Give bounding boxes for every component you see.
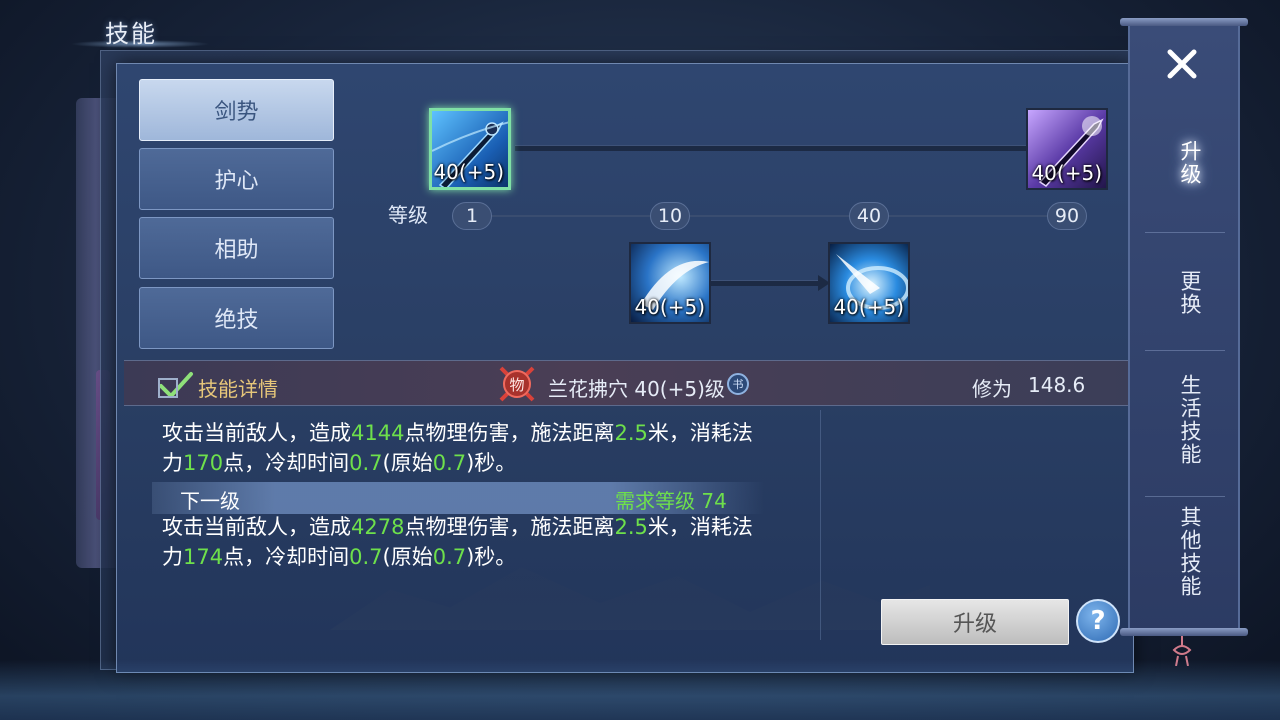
cultivation-value: 148.6 — [1028, 373, 1086, 397]
level-pill: 90 — [1047, 202, 1087, 230]
panel-divider — [820, 410, 821, 640]
level-pill: 1 — [452, 202, 492, 230]
level-track — [470, 215, 1070, 217]
range-value: 2.5 — [614, 421, 648, 445]
tab-jianshi[interactable]: 剑势 — [139, 79, 334, 141]
mana-value: 170 — [183, 451, 224, 475]
level-pill: 40 — [849, 202, 889, 230]
cooldown-value: 0.7 — [349, 545, 383, 569]
skill-level-text: 40(+5) — [1031, 161, 1102, 185]
upgrade-button[interactable]: 升级 — [881, 599, 1069, 645]
bottom-water-glow — [0, 660, 1280, 720]
current-level-description: 攻击当前敌人，造成4144点物理伤害，施法距离2.5米，消耗法力170点，冷却时… — [162, 418, 762, 478]
side-separator — [1145, 350, 1225, 351]
desc-text: 点，冷却时间 — [223, 545, 350, 569]
required-level-label: 需求等级 74 — [615, 489, 727, 513]
desc-text: (原始 — [382, 545, 433, 569]
desc-text: (原始 — [382, 451, 433, 475]
mana-value: 174 — [183, 545, 224, 569]
close-icon[interactable] — [1160, 42, 1204, 86]
range-value: 2.5 — [614, 515, 648, 539]
damage-value: 4278 — [351, 515, 405, 539]
skill-name-level: 兰花拂穴 40(+5)级 — [548, 377, 725, 401]
tab-jueji[interactable]: 绝技 — [139, 287, 334, 349]
skill-icon-purple-sword[interactable]: 40(+5) — [1026, 108, 1108, 190]
side-item-life-skills[interactable]: 生活技能 — [1160, 374, 1204, 466]
desc-text: 点物理伤害，施法距离 — [404, 515, 615, 539]
desc-text: 点物理伤害，施法距离 — [404, 421, 615, 445]
book-icon[interactable]: 书 — [727, 373, 749, 395]
skill-level-text: 40(+5) — [433, 160, 504, 184]
side-scroll-rod-top — [1120, 18, 1248, 26]
next-level-label: 下一级 — [180, 489, 240, 513]
skill-icon-whirl-strike[interactable]: 40(+5) — [828, 242, 910, 324]
physical-badge-icon: 物 — [497, 364, 537, 404]
side-item-upgrade[interactable]: 升级 — [1160, 140, 1204, 186]
tab-huxin[interactable]: 护心 — [139, 148, 334, 210]
side-separator — [1145, 496, 1225, 497]
desc-text: )秒。 — [466, 451, 517, 475]
checkmark-icon[interactable] — [158, 370, 194, 400]
side-scroll-rod-bottom — [1120, 628, 1248, 636]
cooldown-value: 0.7 — [349, 451, 383, 475]
level-label: 等级 — [388, 203, 428, 227]
damage-value: 4144 — [351, 421, 405, 445]
original-cooldown-value: 0.7 — [432, 451, 467, 475]
level-pill: 10 — [650, 202, 690, 230]
desc-text: 攻击当前敌人，造成 — [162, 515, 351, 539]
badge-text: 物 — [509, 376, 524, 394]
skill-icon-slash-wave[interactable]: 40(+5) — [629, 242, 711, 324]
side-item-replace[interactable]: 更换 — [1160, 270, 1204, 316]
next-level-description: 攻击当前敌人，造成4278点物理伤害，施法距离2.5米，消耗法力174点，冷却时… — [162, 512, 762, 572]
side-item-other-skills[interactable]: 其他技能 — [1160, 506, 1204, 598]
page-title: 技能 — [105, 20, 157, 48]
desc-text: )秒。 — [466, 545, 517, 569]
desc-text: 攻击当前敌人，造成 — [162, 421, 351, 445]
cultivation-label: 修为 — [972, 377, 1012, 401]
skill-level-text: 40(+5) — [634, 295, 705, 319]
tree-connector-bottom — [711, 280, 819, 286]
skill-icon-blue-sword[interactable]: 40(+5) — [429, 108, 511, 190]
desc-text: 点，冷却时间 — [223, 451, 350, 475]
skill-level-text: 40(+5) — [833, 295, 904, 319]
help-icon[interactable]: ? — [1076, 599, 1120, 643]
skill-detail-label[interactable]: 技能详情 — [198, 373, 278, 402]
tab-xiangzhu[interactable]: 相助 — [139, 217, 334, 279]
side-separator — [1145, 232, 1225, 233]
original-cooldown-value: 0.7 — [432, 545, 467, 569]
tree-connector-top — [515, 145, 1027, 151]
